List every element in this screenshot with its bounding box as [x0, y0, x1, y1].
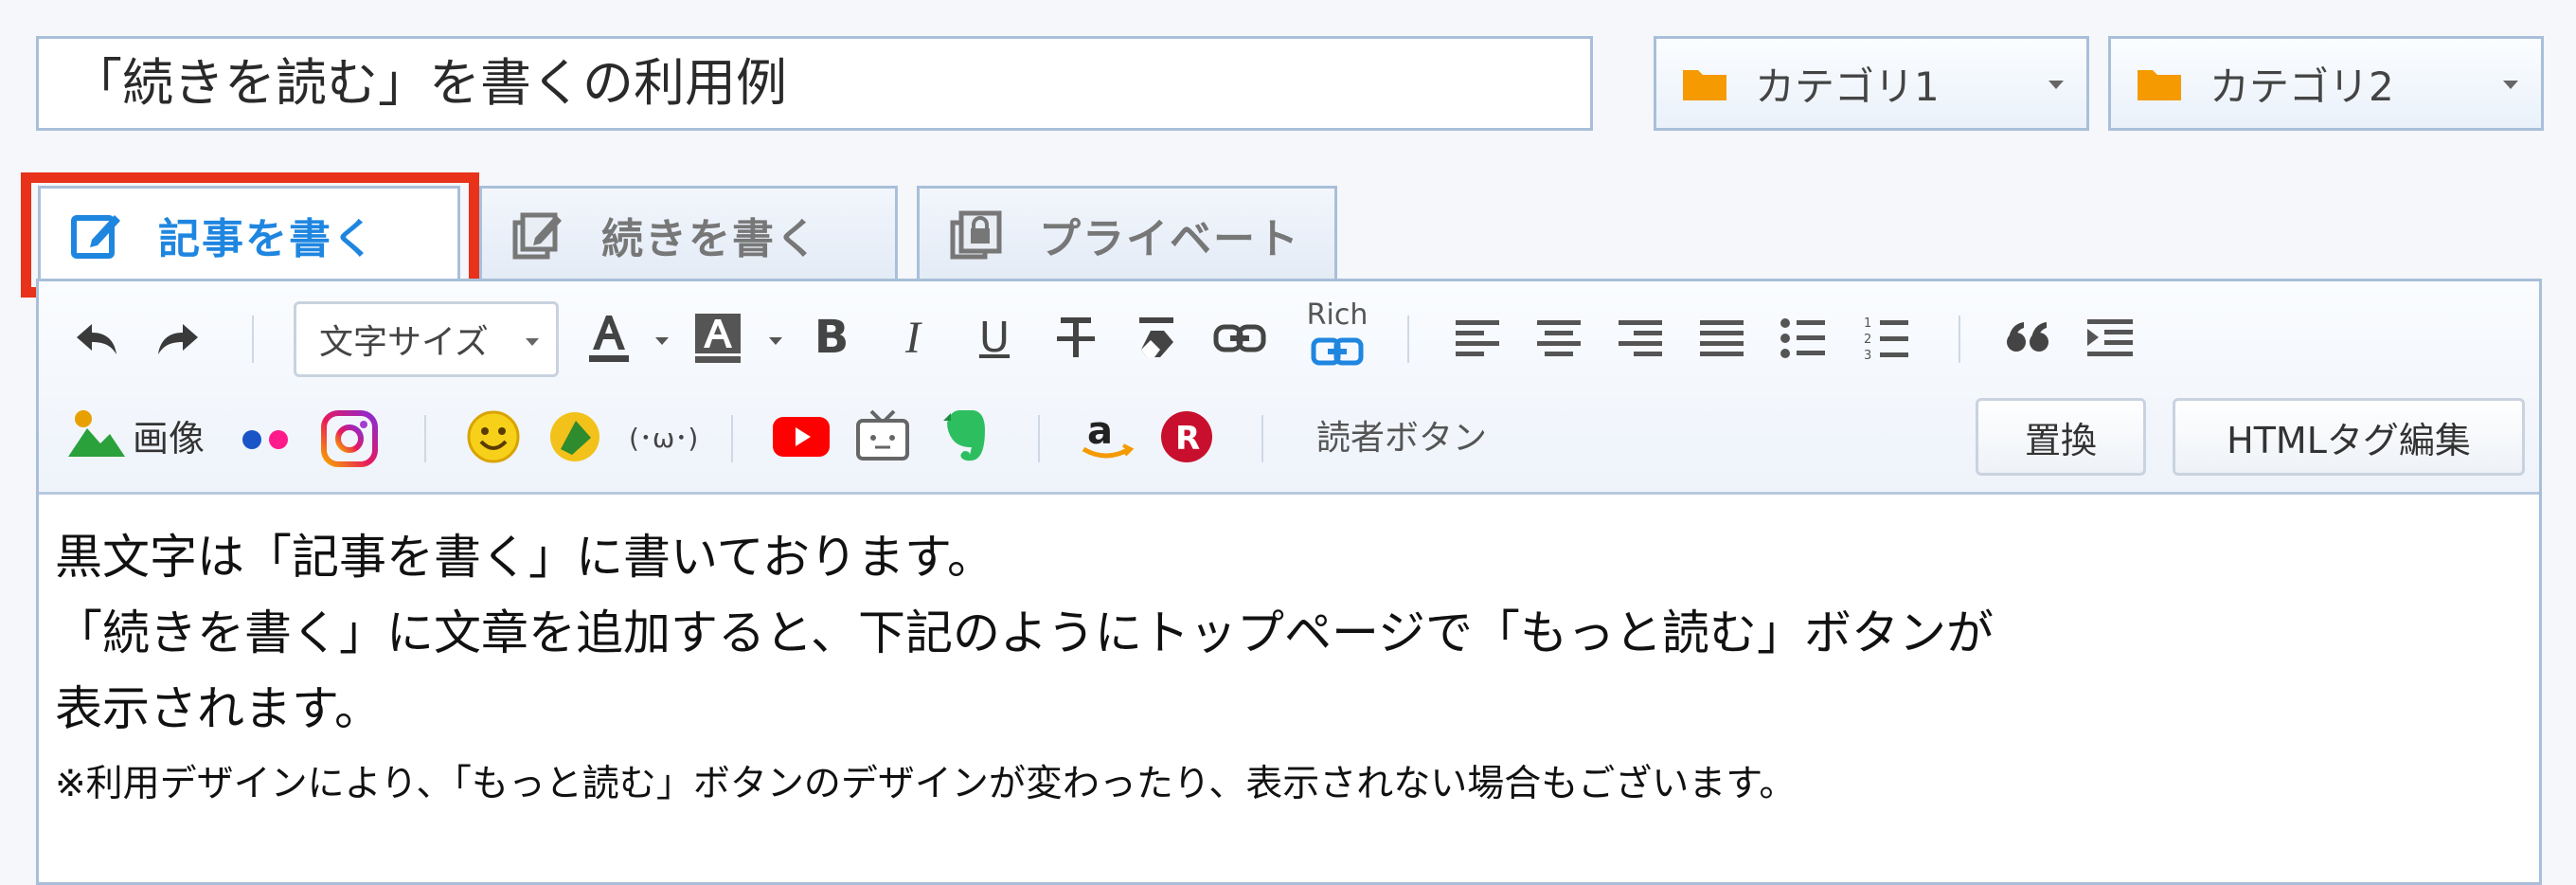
body-line-1: 黒文字は「記事を書く」に書いております。 [55, 530, 994, 585]
chevron-down-icon[interactable] [769, 337, 782, 345]
replace-button[interactable]: 置換 [1976, 398, 2146, 476]
align-center-icon[interactable] [1530, 313, 1587, 364]
flickr-icon[interactable] [239, 428, 295, 451]
svg-text:3: 3 [1864, 349, 1871, 362]
bold-button[interactable]: B [807, 309, 856, 366]
font-size-label: 文字サイズ [319, 323, 489, 362]
folder-icon [1683, 66, 1726, 100]
svg-text:2: 2 [1864, 333, 1871, 347]
redo-icon[interactable] [150, 313, 206, 366]
category-select-2[interactable]: カテゴリ2 [2108, 36, 2544, 131]
rich-link-icon [1311, 337, 1364, 366]
category-2-label: カテゴリ2 [2209, 63, 2394, 110]
niconico-icon[interactable] [854, 407, 911, 462]
toolbar-separator [1959, 316, 1960, 363]
tab-label: プライベート [1039, 214, 1300, 263]
rich-link-label: Rich [1306, 298, 1368, 332]
chevron-down-icon [526, 338, 539, 346]
reader-button-label[interactable]: 読者ボタン [1316, 415, 1487, 462]
undo-icon[interactable] [68, 313, 125, 366]
toolbar-separator [252, 316, 254, 363]
svg-text:1: 1 [1864, 316, 1871, 331]
image-icon[interactable] [68, 407, 125, 461]
strikethrough-icon[interactable] [1049, 309, 1102, 366]
instagram-icon[interactable] [320, 409, 379, 468]
kaomoji-button[interactable]: (･ω･) [629, 417, 698, 461]
toolbar-separator [1261, 415, 1263, 462]
image-label[interactable]: 画像 [133, 415, 205, 462]
tab-write-continuation[interactable]: 続きを書く [479, 186, 898, 280]
body-line-3: 表示されます。 [55, 681, 382, 736]
italic-button[interactable]: I [888, 309, 938, 366]
tab-label: 続きを書く [601, 214, 819, 263]
category-1-label: カテゴリ1 [1755, 63, 1940, 110]
html-edit-button[interactable]: HTMLタグ編集 [2173, 398, 2525, 476]
quote-icon[interactable] [2000, 313, 2057, 364]
toolbar-separator [1407, 316, 1409, 363]
chevron-down-icon [2503, 81, 2518, 89]
lock-document-icon [950, 209, 1005, 261]
font-size-select[interactable]: 文字サイズ [294, 301, 559, 377]
chevron-down-icon[interactable] [655, 337, 669, 345]
toolbar-separator [731, 415, 733, 462]
text-color-icon[interactable] [580, 305, 636, 371]
body-note: ※利用デザインにより、「もっと読む」ボタンのデザインが変わったり、表示されない場… [55, 763, 1797, 805]
indent-icon[interactable] [2082, 313, 2138, 364]
align-left-icon[interactable] [1449, 313, 1506, 364]
background-color-icon[interactable] [689, 305, 746, 371]
align-right-icon[interactable] [1612, 313, 1669, 364]
category-select-1[interactable]: カテゴリ1 [1654, 36, 2089, 131]
sticker-icon[interactable] [547, 409, 602, 464]
rich-link-button[interactable]: Rich [1299, 299, 1375, 373]
title-input[interactable]: 「続きを読む」を書くの利用例 [36, 36, 1593, 131]
clear-format-icon[interactable] [1131, 309, 1184, 366]
svg-text:R: R [1175, 420, 1200, 458]
underline-button[interactable]: U [970, 309, 1019, 366]
body-line-2: 「続きを書く」に文章を追加すると、下記のようにトップページで「もっと読む」ボタン… [55, 605, 1994, 660]
chevron-down-icon [2048, 81, 2064, 89]
bullet-list-icon[interactable] [1775, 313, 1832, 364]
numbered-list-icon[interactable]: 1 2 3 [1858, 311, 1915, 366]
tab-private[interactable]: プライベート [917, 186, 1337, 280]
edit-continue-icon [512, 209, 567, 261]
toolbar-separator [424, 415, 426, 462]
align-justify-icon[interactable] [1693, 313, 1750, 364]
youtube-icon[interactable] [773, 417, 830, 457]
svg-text:a: a [1087, 409, 1113, 453]
link-icon[interactable] [1210, 313, 1269, 364]
amazon-icon[interactable]: a [1078, 407, 1135, 464]
rakuten-icon[interactable]: R [1159, 409, 1214, 464]
emoji-icon[interactable] [466, 409, 521, 464]
toolbar-separator [1038, 415, 1040, 462]
evernote-icon[interactable] [939, 407, 991, 464]
folder-icon [2138, 66, 2181, 100]
